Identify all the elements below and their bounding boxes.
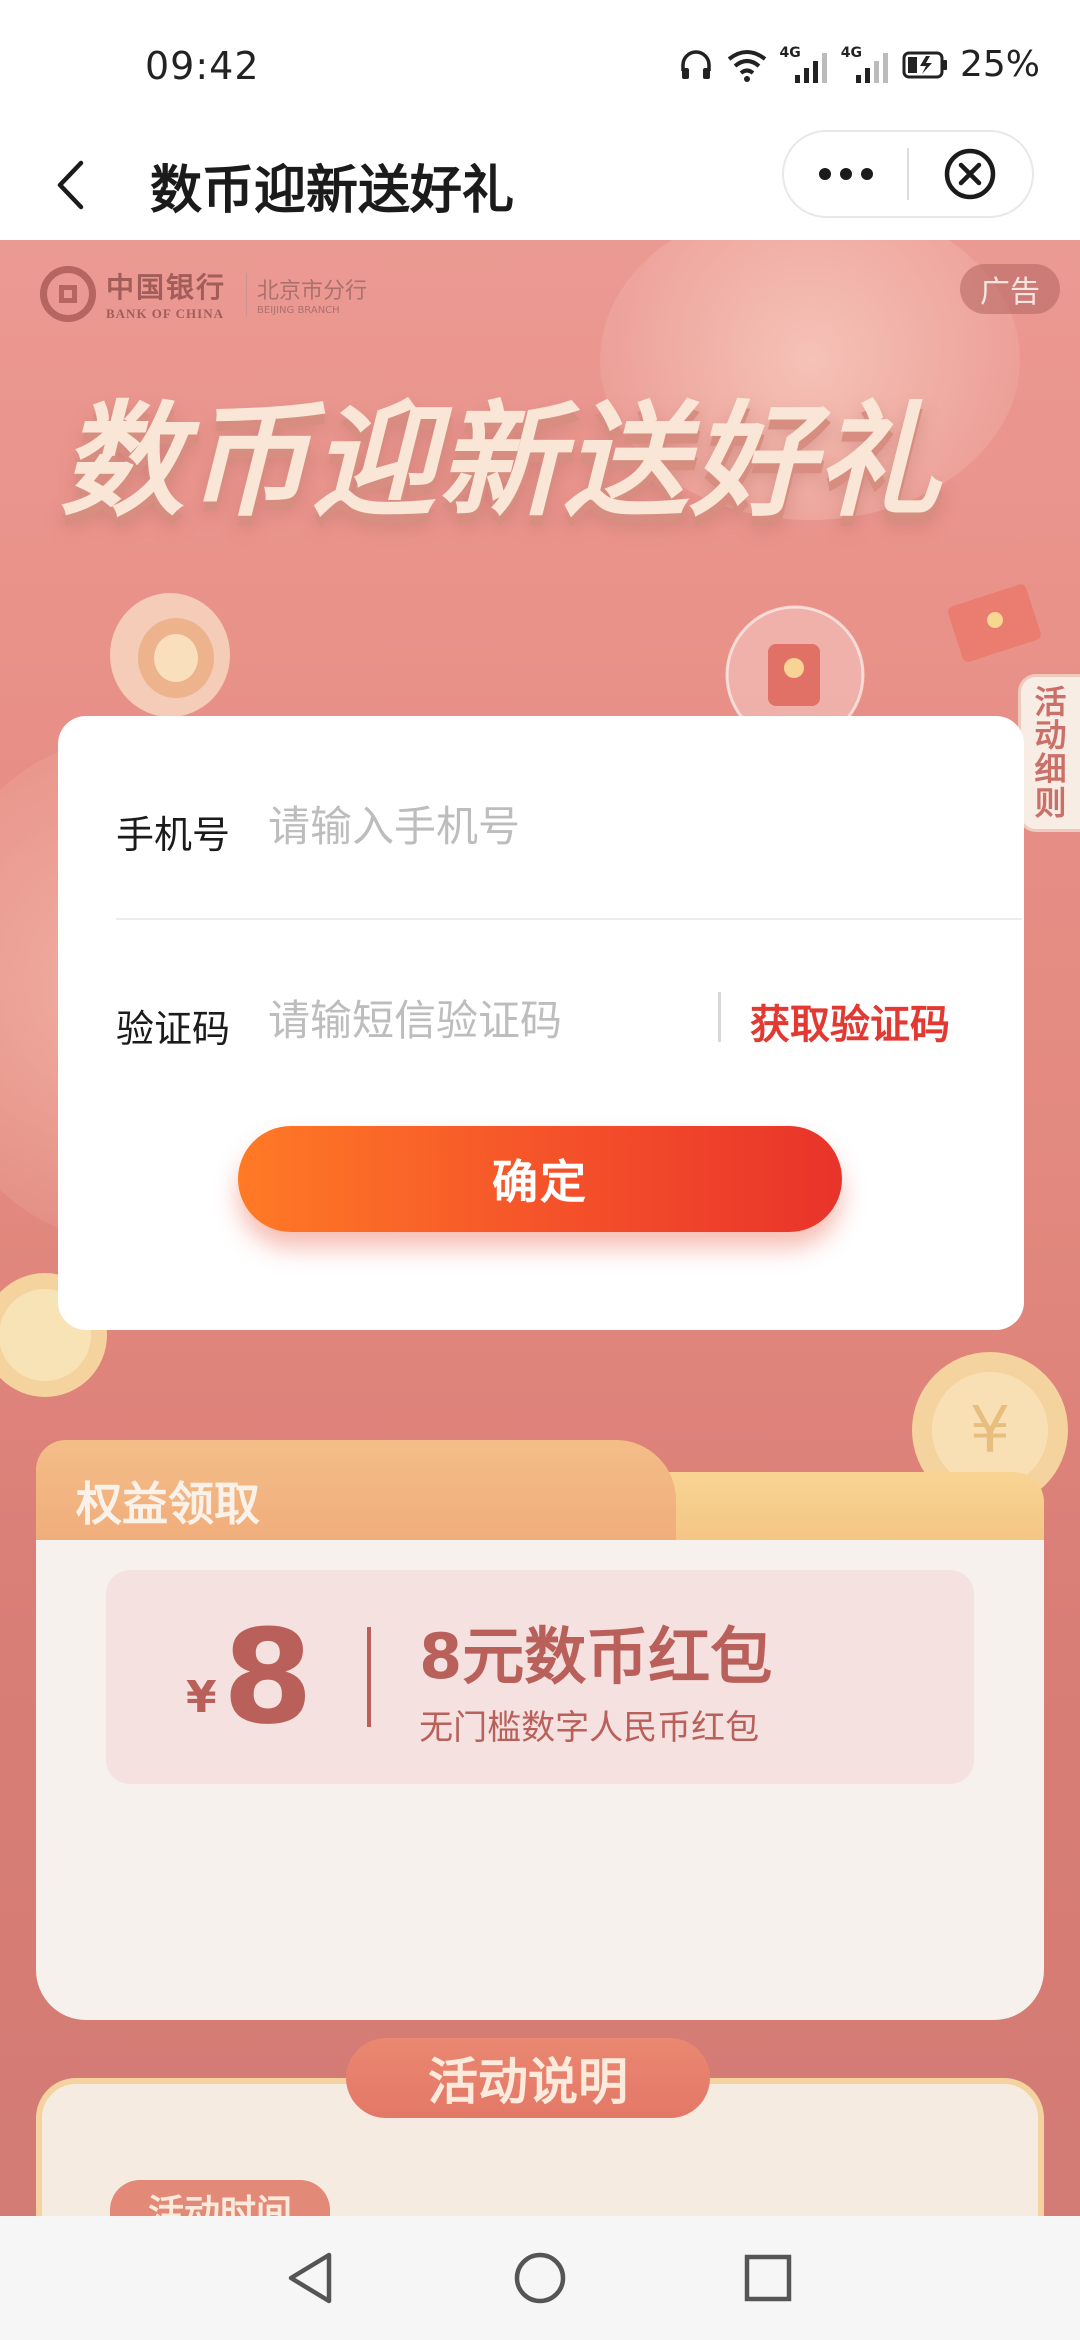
back-arrow-icon <box>57 160 84 210</box>
more-dots-icon <box>818 168 873 180</box>
confirm-button[interactable]: 确定 <box>238 1126 842 1232</box>
system-nav-bar <box>0 2216 1080 2340</box>
nav-bar: 数币迎新送好礼 <box>0 130 1080 240</box>
battery-icon <box>902 50 948 80</box>
signal-2-icon: 4G <box>841 45 890 85</box>
phone-input[interactable] <box>268 786 968 866</box>
battery-percent: 25% <box>959 44 1040 85</box>
back-triangle-icon <box>288 2252 332 2304</box>
verification-dialog: 手机号 验证码 获取验证码 确定 <box>58 716 1024 1330</box>
wifi-icon <box>726 47 768 83</box>
code-input[interactable] <box>268 980 738 1060</box>
system-home-button[interactable] <box>508 2246 572 2310</box>
close-circle-icon <box>945 148 996 200</box>
recents-square-icon <box>744 2254 792 2302</box>
status-icons: 4G 4G 25% <box>678 44 1040 85</box>
page-title: 数币迎新送好礼 <box>150 161 515 221</box>
phone-label: 手机号 <box>116 813 231 857</box>
status-time: 09:42 <box>145 44 260 88</box>
row-divider <box>116 918 1022 920</box>
mini-program-capsule <box>782 130 1034 218</box>
get-code-button[interactable]: 获取验证码 <box>750 992 950 1050</box>
status-bar: 09:42 4G 4G 25% <box>0 0 1080 130</box>
back-button[interactable] <box>40 152 100 218</box>
more-button[interactable] <box>784 132 907 216</box>
system-recents-button[interactable] <box>736 2246 800 2310</box>
close-button[interactable] <box>909 132 1032 216</box>
code-label: 验证码 <box>116 1007 231 1051</box>
signal-1-icon: 4G <box>780 45 829 85</box>
home-circle-icon <box>514 2252 566 2304</box>
code-separator <box>718 992 721 1042</box>
headphones-icon <box>678 47 714 83</box>
system-back-button[interactable] <box>278 2246 342 2310</box>
